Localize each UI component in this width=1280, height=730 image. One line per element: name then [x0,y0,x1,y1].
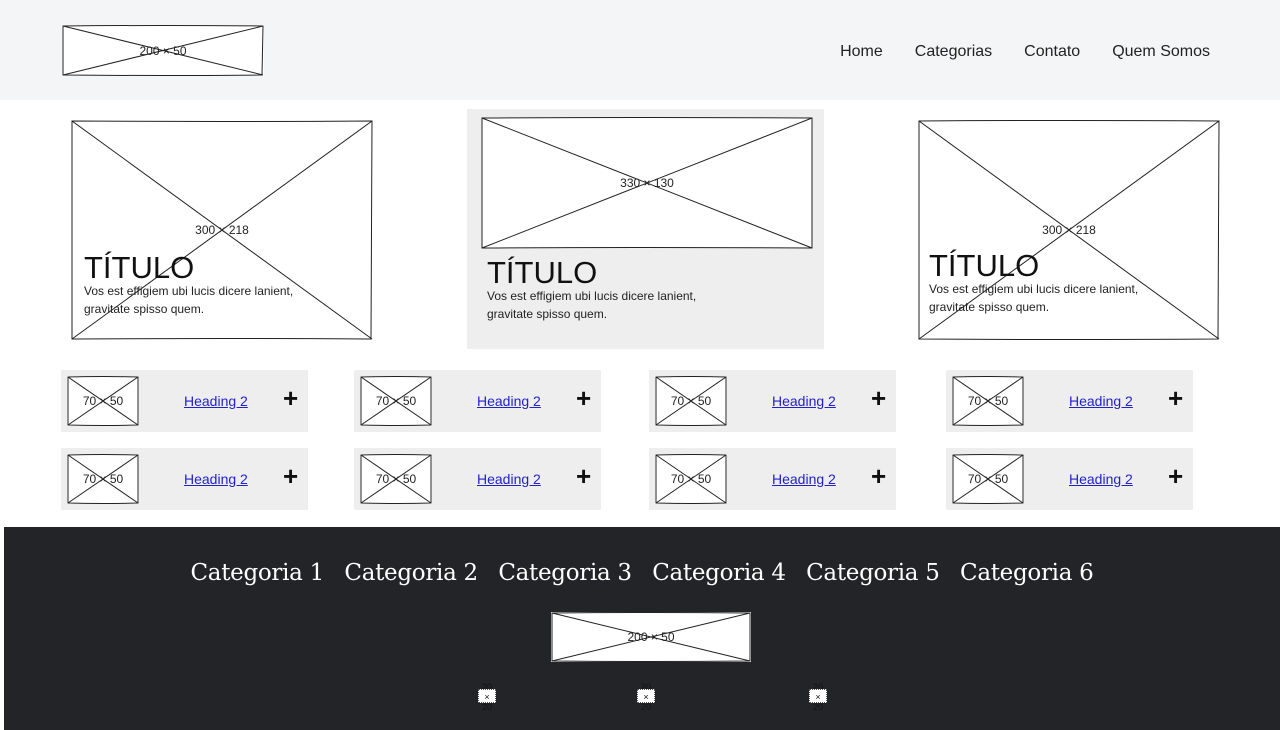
tile-card: 70 × 50 Heading 2 + [649,370,896,432]
social-icon-1[interactable]: 20 × 20 [477,683,497,712]
nav-quem-somos[interactable]: Quem Somos [1112,43,1210,61]
tile-image[interactable]: 70 × 50 [952,376,1024,426]
featured-card-3-text: Vos est effigiem ubi lucis dicere lanien… [929,282,1139,314]
footer-logo[interactable]: 200 × 50 [551,612,751,662]
footer-category-6[interactable]: Categoria 6 [960,560,1094,586]
nav-home[interactable]: Home [840,43,883,61]
site-footer: Categoria 1 Categoria 2 Categoria 3 Cate… [4,527,1280,730]
site-header: 200 × 50 Home Categorias Contato Quem So… [0,0,1280,100]
tile-card: 70 × 50 Heading 2 + [61,448,308,510]
header-logo[interactable]: 200 × 50 [62,25,264,76]
tile-image[interactable]: 70 × 50 [655,376,727,426]
tile-card: 70 × 50 Heading 2 + [946,448,1193,510]
plus-icon[interactable]: + [576,385,591,411]
tile-heading-link[interactable]: Heading 2 [184,471,248,487]
tile-image[interactable]: 70 × 50 [67,454,139,504]
tile-card: 70 × 50 Heading 2 + [649,448,896,510]
social-icon-2[interactable]: 20 × 20 [636,683,656,712]
tile-card: 70 × 50 Heading 2 + [354,370,601,432]
tile-card: 70 × 50 Heading 2 + [61,370,308,432]
plus-icon[interactable]: + [871,385,886,411]
nav-categorias[interactable]: Categorias [915,43,992,61]
footer-category-3[interactable]: Categoria 3 [498,560,632,586]
featured-card-2-image[interactable]: 330 × 130 [481,117,813,249]
tile-heading-link[interactable]: Heading 2 [477,393,541,409]
tile-image[interactable]: 70 × 50 [360,454,432,504]
plus-icon[interactable]: + [283,463,298,489]
social-icon-1-bottom: 20 [481,702,492,712]
tile-heading-link[interactable]: Heading 2 [1069,393,1133,409]
nav-contato[interactable]: Contato [1024,43,1080,61]
plus-icon[interactable]: + [1168,463,1183,489]
featured-card-3-title: TÍTULO [929,248,1040,283]
plus-icon[interactable]: + [871,463,886,489]
tile-heading-link[interactable]: Heading 2 [772,393,836,409]
main-nav: Home Categorias Contato Quem Somos [808,43,1210,61]
tile-heading-link[interactable]: Heading 2 [184,393,248,409]
tile-image[interactable]: 70 × 50 [360,376,432,426]
featured-card-2-text: Vos est effigiem ubi lucis dicere lanien… [487,289,697,321]
tile-card: 70 × 50 Heading 2 + [946,370,1193,432]
tile-heading-link[interactable]: Heading 2 [772,471,836,487]
social-icon-3-bottom: 20 [812,702,823,712]
footer-category-5[interactable]: Categoria 5 [806,560,940,586]
footer-category-2[interactable]: Categoria 2 [344,560,478,586]
tile-image[interactable]: 70 × 50 [67,376,139,426]
tile-heading-link[interactable]: Heading 2 [1069,471,1133,487]
plus-icon[interactable]: + [1168,385,1183,411]
tile-card: 70 × 50 Heading 2 + [354,448,601,510]
social-icon-2-bottom: 20 [640,702,651,712]
featured-card-1-title: TÍTULO [84,250,195,285]
footer-categories: Categoria 1 Categoria 2 Categoria 3 Cate… [4,560,1280,586]
featured-card-1-text: Vos est effigiem ubi lucis dicere lanien… [84,284,294,316]
footer-category-1[interactable]: Categoria 1 [191,560,325,586]
social-icon-3[interactable]: 20 × 20 [808,683,828,712]
tile-image[interactable]: 70 × 50 [952,454,1024,504]
featured-card-2-title: TÍTULO [487,255,598,290]
tile-image[interactable]: 70 × 50 [655,454,727,504]
tile-heading-link[interactable]: Heading 2 [477,471,541,487]
footer-category-4[interactable]: Categoria 4 [652,560,786,586]
plus-icon[interactable]: + [576,463,591,489]
plus-icon[interactable]: + [283,385,298,411]
